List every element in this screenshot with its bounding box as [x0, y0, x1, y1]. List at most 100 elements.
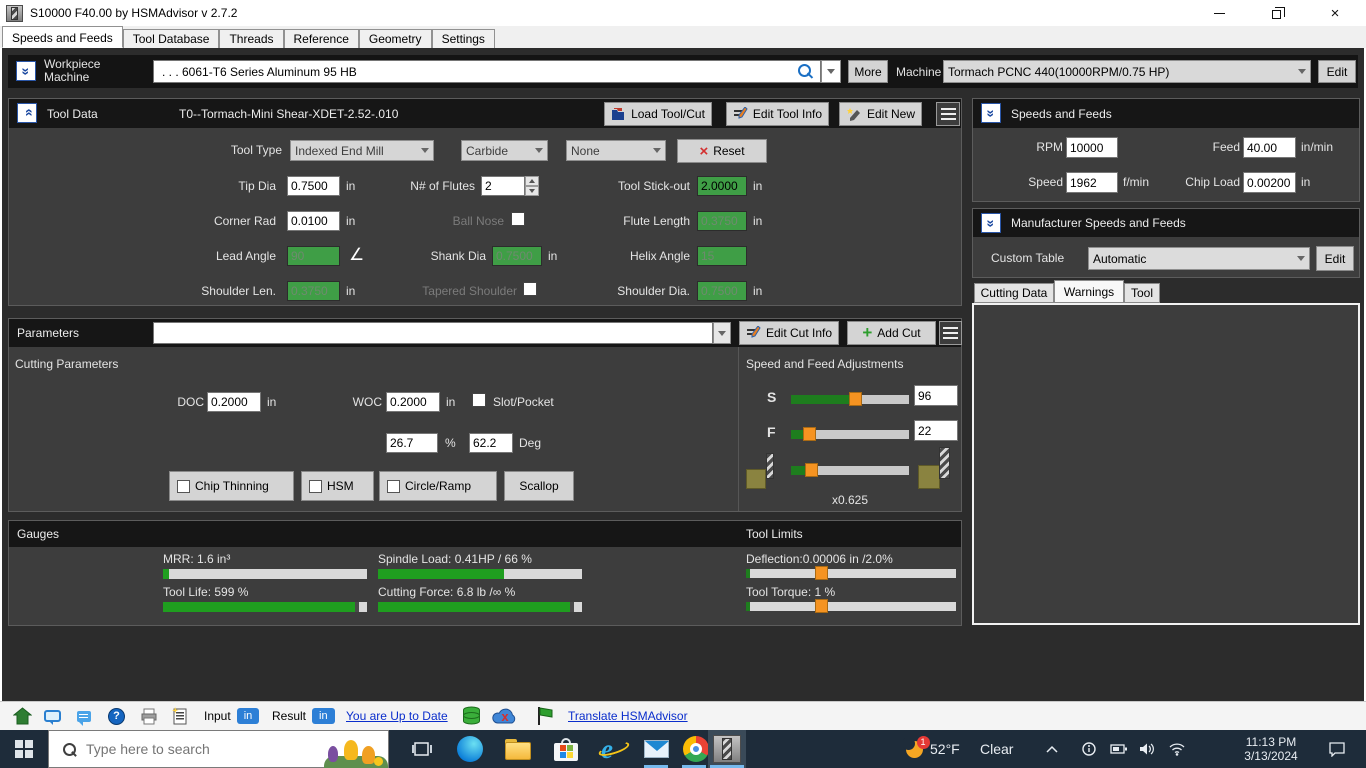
- flutes-spinner[interactable]: [525, 176, 539, 196]
- cloud-sync-button[interactable]: x: [492, 702, 518, 730]
- corner-rad-input[interactable]: [287, 211, 340, 231]
- add-cut-button[interactable]: + Add Cut: [847, 321, 936, 345]
- update-status-link[interactable]: You are Up to Date: [346, 702, 448, 730]
- rpm-input[interactable]: [1066, 137, 1118, 158]
- tab-tool[interactable]: Tool: [1124, 283, 1160, 303]
- start-button[interactable]: [0, 730, 48, 768]
- action-center-button[interactable]: [1322, 730, 1352, 768]
- tab-speeds-and-feeds[interactable]: Speeds and Feeds: [2, 26, 123, 48]
- stickout-input[interactable]: [697, 176, 747, 196]
- flutes-input[interactable]: [481, 176, 525, 196]
- tab-warnings[interactable]: Warnings: [1054, 280, 1124, 303]
- tip-dia-input[interactable]: [287, 176, 340, 196]
- load-tool-cut-button[interactable]: Load Tool/Cut: [604, 102, 712, 126]
- taskbar-hsmadvisor-active[interactable]: [708, 730, 746, 768]
- restore-button[interactable]: [1258, 0, 1292, 26]
- database-button[interactable]: [461, 702, 482, 730]
- tray-battery-button[interactable]: [1106, 730, 1132, 768]
- taskbar-search[interactable]: [48, 730, 389, 768]
- machine-edit-button[interactable]: Edit: [1318, 60, 1356, 83]
- custom-table-edit-button[interactable]: Edit: [1316, 246, 1354, 271]
- result-units-badge[interactable]: in: [312, 708, 335, 724]
- taskbar-store[interactable]: [544, 730, 588, 768]
- reset-button[interactable]: × Reset: [677, 139, 767, 163]
- tray-network-button[interactable]: [1164, 730, 1190, 768]
- cut-dropdown-button[interactable]: [713, 322, 731, 344]
- size-slider[interactable]: [791, 466, 909, 475]
- translate-link[interactable]: Translate HSMAdvisor: [568, 702, 688, 730]
- stepover-input[interactable]: [386, 433, 438, 453]
- weather-temp[interactable]: 52°F: [930, 730, 960, 768]
- tool-torque-slider[interactable]: [746, 602, 956, 611]
- taskbar-edge[interactable]: [448, 730, 492, 768]
- material-dropdown-button[interactable]: [821, 60, 841, 83]
- feedback-button[interactable]: [77, 702, 91, 730]
- feed-input[interactable]: [1243, 137, 1296, 158]
- cut-select-input[interactable]: [153, 322, 713, 344]
- material-input[interactable]: [153, 60, 821, 83]
- edit-cut-info-button[interactable]: Edit Cut Info: [739, 321, 839, 345]
- tapered-shoulder-checkbox[interactable]: [523, 282, 537, 296]
- weather-icon-button[interactable]: 1: [900, 730, 928, 768]
- machine-select[interactable]: Tormach PCNC 440(10000RPM/0.75 HP): [943, 60, 1311, 83]
- scallop-button[interactable]: Scallop: [504, 471, 574, 501]
- translate-flag-button[interactable]: [536, 702, 554, 730]
- input-units-badge[interactable]: in: [237, 708, 260, 724]
- home-button[interactable]: [13, 702, 32, 730]
- edit-new-button[interactable]: Edit New: [839, 102, 922, 126]
- doc-input[interactable]: [207, 392, 261, 412]
- deflection-slider[interactable]: [746, 569, 956, 578]
- tab-settings[interactable]: Settings: [432, 29, 495, 48]
- tool-torque-slider-knob[interactable]: [815, 599, 828, 613]
- deflection-slider-knob[interactable]: [815, 566, 828, 580]
- help-button[interactable]: ?: [108, 702, 125, 730]
- size-slider-knob[interactable]: [805, 463, 818, 477]
- tab-geometry[interactable]: Geometry: [359, 29, 432, 48]
- tray-app-button[interactable]: [1076, 730, 1102, 768]
- speed-slider-knob[interactable]: [849, 392, 862, 406]
- tab-threads[interactable]: Threads: [219, 29, 283, 48]
- circle-ramp-toggle[interactable]: Circle/Ramp: [379, 471, 497, 501]
- more-button[interactable]: More: [848, 60, 888, 83]
- speed-slider[interactable]: [791, 395, 909, 404]
- search-input[interactable]: [86, 741, 318, 757]
- tab-cutting-data[interactable]: Cutting Data: [974, 283, 1054, 303]
- taskbar-mail[interactable]: [636, 730, 676, 768]
- material-search-icon[interactable]: [798, 64, 812, 78]
- taskbar-clock[interactable]: 11:13 PM 3/13/2024: [1228, 730, 1314, 768]
- taskbar-ie[interactable]: e: [592, 730, 636, 768]
- parameters-menu-button[interactable]: [939, 321, 962, 345]
- feed-slider-knob[interactable]: [803, 427, 816, 441]
- feed-slider[interactable]: [791, 430, 909, 439]
- surface-speed-input[interactable]: [1066, 172, 1118, 193]
- tool-material-select[interactable]: Carbide: [461, 140, 548, 161]
- notes-button[interactable]: [172, 702, 188, 730]
- chip-load-input[interactable]: [1243, 172, 1296, 193]
- minimize-button[interactable]: [1202, 0, 1236, 26]
- close-button[interactable]: ×: [1318, 0, 1352, 26]
- forum-button[interactable]: [44, 702, 61, 730]
- custom-table-select[interactable]: Automatic: [1088, 247, 1310, 270]
- tab-reference[interactable]: Reference: [284, 29, 359, 48]
- edit-tool-info-button[interactable]: Edit Tool Info: [726, 102, 829, 126]
- collapse-manufacturer-icon[interactable]: »: [981, 213, 1001, 233]
- collapse-workpiece-icon[interactable]: »: [16, 61, 36, 81]
- coating-select[interactable]: None: [566, 140, 666, 161]
- print-button[interactable]: [140, 702, 158, 730]
- chip-thinning-toggle[interactable]: Chip Thinning: [169, 471, 294, 501]
- task-view-button[interactable]: [400, 730, 444, 768]
- woc-input[interactable]: [386, 392, 440, 412]
- tool-data-menu-button[interactable]: [936, 102, 960, 126]
- engage-angle-input[interactable]: [469, 433, 513, 453]
- weather-condition[interactable]: Clear: [980, 730, 1013, 768]
- slot-pocket-checkbox[interactable]: [472, 393, 486, 407]
- ball-nose-checkbox[interactable]: [511, 212, 525, 226]
- taskbar-explorer[interactable]: [496, 730, 540, 768]
- collapse-speeds-icon[interactable]: »: [981, 103, 1001, 123]
- collapse-tool-data-icon[interactable]: »: [17, 103, 37, 123]
- tool-type-select[interactable]: Indexed End Mill: [290, 140, 434, 161]
- hsm-toggle[interactable]: HSM: [301, 471, 374, 501]
- speed-adjust-input[interactable]: [914, 385, 958, 406]
- tray-expand-chevron[interactable]: [1040, 730, 1064, 768]
- tray-volume-button[interactable]: [1134, 730, 1160, 768]
